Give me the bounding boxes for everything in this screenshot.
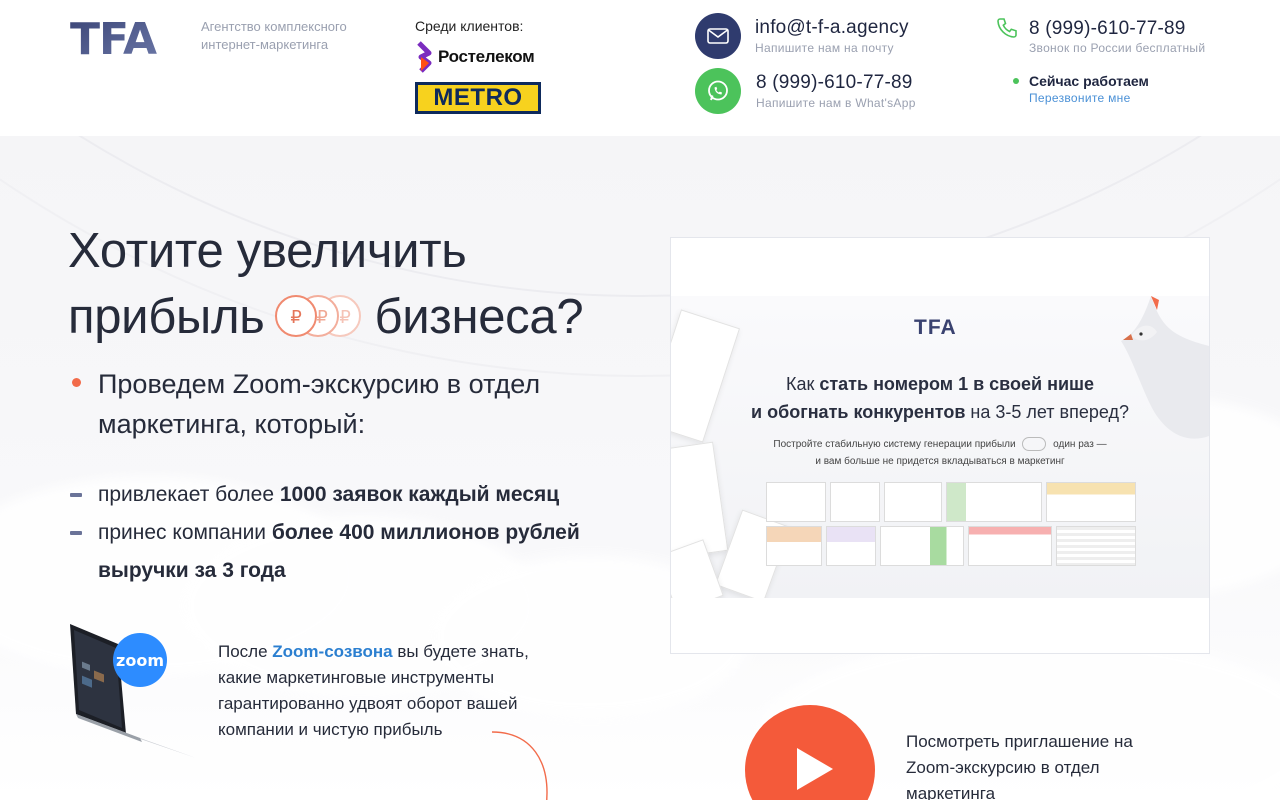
agency-tagline: Агентство комплексного интернет-маркетин… [201, 19, 347, 52]
video-title-bold: и обогнать конкурентов [751, 402, 966, 422]
phone-icon [997, 18, 1017, 38]
headline-line-2: прибыль ₽ ₽ ₽ бизнеса? [68, 284, 668, 350]
list-item: привлекает более 1000 заявок каждый меся… [70, 476, 630, 514]
rostelecom-logo: Ростелеком [415, 40, 545, 74]
list-item: принес компании более 400 миллионов рубл… [70, 514, 630, 590]
bullet-dot [72, 378, 81, 387]
email-link[interactable]: info@t-f-a.agency [755, 17, 909, 39]
whatsapp-caption: Напишите нам в What'sApp [756, 96, 916, 110]
video-thumbnail[interactable]: TFA Как стать номером 1 в своей нише и о… [671, 296, 1209, 598]
site-header: TFA Агентство комплексного интернет-марк… [0, 0, 1280, 136]
whatsapp-phone-link[interactable]: 8 (999)-610-77-89 [756, 72, 913, 94]
list-item-text: принес компании [98, 521, 272, 544]
headline-word-business: бизнеса? [374, 290, 584, 344]
headline-word-profit: прибыль [68, 290, 265, 344]
after-text-start: После [218, 642, 273, 661]
ruble-coins-icon: ₽ ₽ ₽ [275, 295, 362, 338]
spreadsheet-collage [766, 482, 1136, 570]
svg-text:₽: ₽ [317, 307, 328, 328]
video-subtitle-part: Постройте стабильную систему генерации п… [773, 439, 1016, 450]
metro-logo: METRO [415, 82, 541, 114]
clients-label: Среди клиентов: [415, 18, 524, 34]
list-dash [70, 493, 82, 497]
decorative-arc [491, 731, 548, 800]
video-preview-card[interactable]: TFA Как стать номером 1 в своей нише и о… [670, 237, 1210, 654]
working-status: Сейчас работаем [1029, 73, 1149, 89]
online-status-dot [1013, 78, 1019, 84]
mini-coins-icon [1022, 437, 1047, 452]
zoom-tour-bullet: Проведем Zoom-экскурсию в отдел маркетин… [72, 364, 632, 444]
watch-invitation-text[interactable]: Посмотреть приглашение на Zoom-экскурсию… [906, 729, 1186, 800]
dove-image [1121, 296, 1209, 439]
mail-icon[interactable] [695, 13, 741, 59]
hero-headline: Хотите увеличить прибыль ₽ ₽ ₽ бизнеса? [68, 218, 668, 350]
phone-link[interactable]: 8 (999)-610-77-89 [1029, 18, 1186, 40]
svg-text:zoom: zoom [116, 651, 164, 670]
tfa-logo[interactable]: TFA [70, 16, 178, 58]
video-title-bold: стать номером 1 в своей нише [819, 374, 1095, 394]
svg-text:TFA: TFA [70, 16, 157, 58]
svg-text:₽: ₽ [340, 307, 351, 328]
whatsapp-icon[interactable] [695, 68, 741, 114]
play-icon[interactable] [797, 748, 833, 790]
video-logo: TFA [914, 316, 957, 339]
video-subtitle: Постройте стабильную систему генерации п… [731, 436, 1149, 470]
callback-link[interactable]: Перезвоните мне [1029, 91, 1131, 105]
headline-line-1: Хотите увеличить [68, 224, 467, 278]
list-item-bold: 1000 заявок каждый месяц [279, 483, 560, 506]
rostelecom-text: Ростелеком [438, 47, 535, 66]
video-title-part: Как [785, 374, 820, 394]
zoom-laptop-image: zoom [70, 624, 196, 758]
phone-caption: Звонок по России бесплатный [1029, 41, 1206, 55]
video-subtitle-part: и вам больше не придется вкладываться в … [815, 456, 1065, 467]
after-call-text: После Zoom-созвона вы будете знать, каки… [218, 639, 568, 743]
achievements-list: привлекает более 1000 заявок каждый меся… [70, 476, 630, 590]
rostelecom-icon [417, 41, 432, 73]
list-item-text: привлекает более [98, 483, 280, 506]
email-caption: Напишите нам на почту [755, 41, 894, 55]
zoom-tour-text: Проведем Zoom-экскурсию в отдел маркетин… [98, 369, 541, 439]
zoom-call-highlight: Zoom-созвона [272, 642, 393, 661]
list-dash [70, 531, 82, 535]
svg-text:₽: ₽ [291, 307, 302, 328]
metro-text: METRO [418, 85, 538, 111]
